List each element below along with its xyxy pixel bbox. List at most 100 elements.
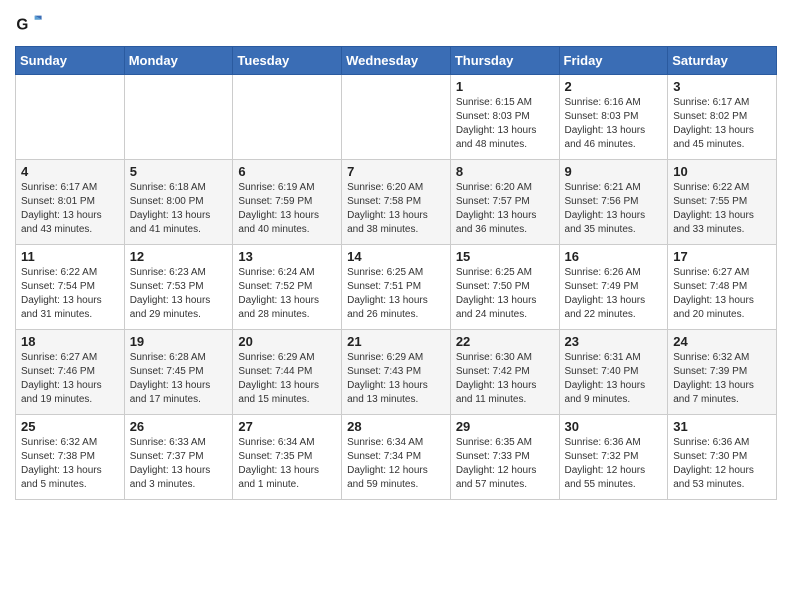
weekday-header: Saturday	[668, 47, 777, 75]
calendar-cell: 6 Sunrise: 6:19 AM Sunset: 7:59 PM Daylig…	[233, 160, 342, 245]
calendar-cell: 21 Sunrise: 6:29 AM Sunset: 7:43 PM Dayli…	[342, 330, 451, 415]
calendar-cell	[124, 75, 233, 160]
day-info: Sunrise: 6:32 AM Sunset: 7:39 PM Dayligh…	[673, 351, 771, 407]
calendar-cell: 1 Sunrise: 6:15 AM Sunset: 8:03 PM Daylig…	[450, 75, 559, 160]
calendar-cell: 2Sunrise: 6:16 AM Sunset: 8:03 PM Daylig…	[559, 75, 668, 160]
calendar-cell: 28 Sunrise: 6:34 AM Sunset: 7:34 PM Dayli…	[342, 415, 451, 500]
day-number: 29	[456, 419, 554, 434]
day-info: Sunrise: 6:20 AM Sunset: 7:57 PM Dayligh…	[456, 181, 554, 237]
logo-icon: G	[15, 10, 43, 38]
calendar-cell: 30 Sunrise: 6:36 AM Sunset: 7:32 PM Dayli…	[559, 415, 668, 500]
day-info: Sunrise: 6:31 AM Sunset: 7:40 PM Dayligh…	[565, 351, 663, 407]
day-info: Sunrise: 6:17 AM Sunset: 8:01 PM Dayligh…	[21, 181, 119, 237]
day-info: Sunrise: 6:27 AM Sunset: 7:46 PM Dayligh…	[21, 351, 119, 407]
day-number: 16	[565, 249, 663, 264]
calendar-week-row: 1 Sunrise: 6:15 AM Sunset: 8:03 PM Daylig…	[16, 75, 777, 160]
calendar-week-row: 25 Sunrise: 6:32 AM Sunset: 7:38 PM Dayli…	[16, 415, 777, 500]
calendar-cell: 24 Sunrise: 6:32 AM Sunset: 7:39 PM Dayli…	[668, 330, 777, 415]
calendar-cell: 14 Sunrise: 6:25 AM Sunset: 7:51 PM Dayli…	[342, 245, 451, 330]
day-number: 5	[130, 164, 228, 179]
header-row: SundayMondayTuesdayWednesdayThursdayFrid…	[16, 47, 777, 75]
day-number: 8	[456, 164, 554, 179]
logo: G	[15, 10, 47, 38]
calendar-cell: 11Sunrise: 6:22 AM Sunset: 7:54 PM Dayli…	[16, 245, 125, 330]
day-number: 12	[130, 249, 228, 264]
calendar-cell: 13 Sunrise: 6:24 AM Sunset: 7:52 PM Dayli…	[233, 245, 342, 330]
day-number: 7	[347, 164, 445, 179]
day-number: 1	[456, 79, 554, 94]
day-number: 26	[130, 419, 228, 434]
day-info: Sunrise: 6:29 AM Sunset: 7:44 PM Dayligh…	[238, 351, 336, 407]
day-number: 31	[673, 419, 771, 434]
calendar-cell	[233, 75, 342, 160]
day-number: 24	[673, 334, 771, 349]
calendar-cell: 26Sunrise: 6:33 AM Sunset: 7:37 PM Dayli…	[124, 415, 233, 500]
calendar-cell	[342, 75, 451, 160]
day-number: 28	[347, 419, 445, 434]
day-number: 10	[673, 164, 771, 179]
day-info: Sunrise: 6:18 AM Sunset: 8:00 PM Dayligh…	[130, 181, 228, 237]
day-number: 4	[21, 164, 119, 179]
calendar-cell: 31Sunrise: 6:36 AM Sunset: 7:30 PM Dayli…	[668, 415, 777, 500]
day-info: Sunrise: 6:27 AM Sunset: 7:48 PM Dayligh…	[673, 266, 771, 322]
day-info: Sunrise: 6:25 AM Sunset: 7:51 PM Dayligh…	[347, 266, 445, 322]
calendar-cell: 17 Sunrise: 6:27 AM Sunset: 7:48 PM Dayli…	[668, 245, 777, 330]
calendar-cell: 15Sunrise: 6:25 AM Sunset: 7:50 PM Dayli…	[450, 245, 559, 330]
day-info: Sunrise: 6:17 AM Sunset: 8:02 PM Dayligh…	[673, 96, 771, 152]
day-info: Sunrise: 6:36 AM Sunset: 7:32 PM Dayligh…	[565, 436, 663, 492]
calendar-cell	[16, 75, 125, 160]
calendar-cell: 3 Sunrise: 6:17 AM Sunset: 8:02 PM Daylig…	[668, 75, 777, 160]
day-number: 18	[21, 334, 119, 349]
day-number: 17	[673, 249, 771, 264]
day-info: Sunrise: 6:24 AM Sunset: 7:52 PM Dayligh…	[238, 266, 336, 322]
day-info: Sunrise: 6:28 AM Sunset: 7:45 PM Dayligh…	[130, 351, 228, 407]
day-number: 3	[673, 79, 771, 94]
weekday-header: Tuesday	[233, 47, 342, 75]
weekday-header: Wednesday	[342, 47, 451, 75]
calendar-cell: 19 Sunrise: 6:28 AM Sunset: 7:45 PM Dayli…	[124, 330, 233, 415]
day-number: 13	[238, 249, 336, 264]
day-number: 21	[347, 334, 445, 349]
day-info: Sunrise: 6:35 AM Sunset: 7:33 PM Dayligh…	[456, 436, 554, 492]
day-number: 20	[238, 334, 336, 349]
day-number: 14	[347, 249, 445, 264]
day-info: Sunrise: 6:15 AM Sunset: 8:03 PM Dayligh…	[456, 96, 554, 152]
day-info: Sunrise: 6:32 AM Sunset: 7:38 PM Dayligh…	[21, 436, 119, 492]
day-number: 22	[456, 334, 554, 349]
calendar-cell: 12 Sunrise: 6:23 AM Sunset: 7:53 PM Dayli…	[124, 245, 233, 330]
calendar-cell: 8 Sunrise: 6:20 AM Sunset: 7:57 PM Daylig…	[450, 160, 559, 245]
day-number: 19	[130, 334, 228, 349]
day-info: Sunrise: 6:21 AM Sunset: 7:56 PM Dayligh…	[565, 181, 663, 237]
calendar-week-row: 4 Sunrise: 6:17 AM Sunset: 8:01 PM Daylig…	[16, 160, 777, 245]
weekday-header: Thursday	[450, 47, 559, 75]
day-number: 30	[565, 419, 663, 434]
calendar-cell: 10Sunrise: 6:22 AM Sunset: 7:55 PM Dayli…	[668, 160, 777, 245]
day-number: 23	[565, 334, 663, 349]
day-info: Sunrise: 6:25 AM Sunset: 7:50 PM Dayligh…	[456, 266, 554, 322]
day-info: Sunrise: 6:23 AM Sunset: 7:53 PM Dayligh…	[130, 266, 228, 322]
day-info: Sunrise: 6:34 AM Sunset: 7:34 PM Dayligh…	[347, 436, 445, 492]
calendar-cell: 27Sunrise: 6:34 AM Sunset: 7:35 PM Dayli…	[233, 415, 342, 500]
weekday-header: Monday	[124, 47, 233, 75]
day-info: Sunrise: 6:19 AM Sunset: 7:59 PM Dayligh…	[238, 181, 336, 237]
day-number: 9	[565, 164, 663, 179]
calendar-cell: 25 Sunrise: 6:32 AM Sunset: 7:38 PM Dayli…	[16, 415, 125, 500]
calendar-week-row: 18 Sunrise: 6:27 AM Sunset: 7:46 PM Dayli…	[16, 330, 777, 415]
calendar-cell: 5 Sunrise: 6:18 AM Sunset: 8:00 PM Daylig…	[124, 160, 233, 245]
calendar-cell: 18 Sunrise: 6:27 AM Sunset: 7:46 PM Dayli…	[16, 330, 125, 415]
calendar-cell: 20 Sunrise: 6:29 AM Sunset: 7:44 PM Dayli…	[233, 330, 342, 415]
weekday-header: Friday	[559, 47, 668, 75]
calendar-table: SundayMondayTuesdayWednesdayThursdayFrid…	[15, 46, 777, 500]
calendar-cell: 9 Sunrise: 6:21 AM Sunset: 7:56 PM Daylig…	[559, 160, 668, 245]
day-info: Sunrise: 6:16 AM Sunset: 8:03 PM Dayligh…	[565, 96, 663, 152]
calendar-cell: 4 Sunrise: 6:17 AM Sunset: 8:01 PM Daylig…	[16, 160, 125, 245]
day-info: Sunrise: 6:26 AM Sunset: 7:49 PM Dayligh…	[565, 266, 663, 322]
day-info: Sunrise: 6:20 AM Sunset: 7:58 PM Dayligh…	[347, 181, 445, 237]
calendar-cell: 22Sunrise: 6:30 AM Sunset: 7:42 PM Dayli…	[450, 330, 559, 415]
calendar-cell: 16 Sunrise: 6:26 AM Sunset: 7:49 PM Dayli…	[559, 245, 668, 330]
day-info: Sunrise: 6:34 AM Sunset: 7:35 PM Dayligh…	[238, 436, 336, 492]
page-header: G	[15, 10, 777, 38]
day-info: Sunrise: 6:29 AM Sunset: 7:43 PM Dayligh…	[347, 351, 445, 407]
day-number: 6	[238, 164, 336, 179]
day-number: 25	[21, 419, 119, 434]
